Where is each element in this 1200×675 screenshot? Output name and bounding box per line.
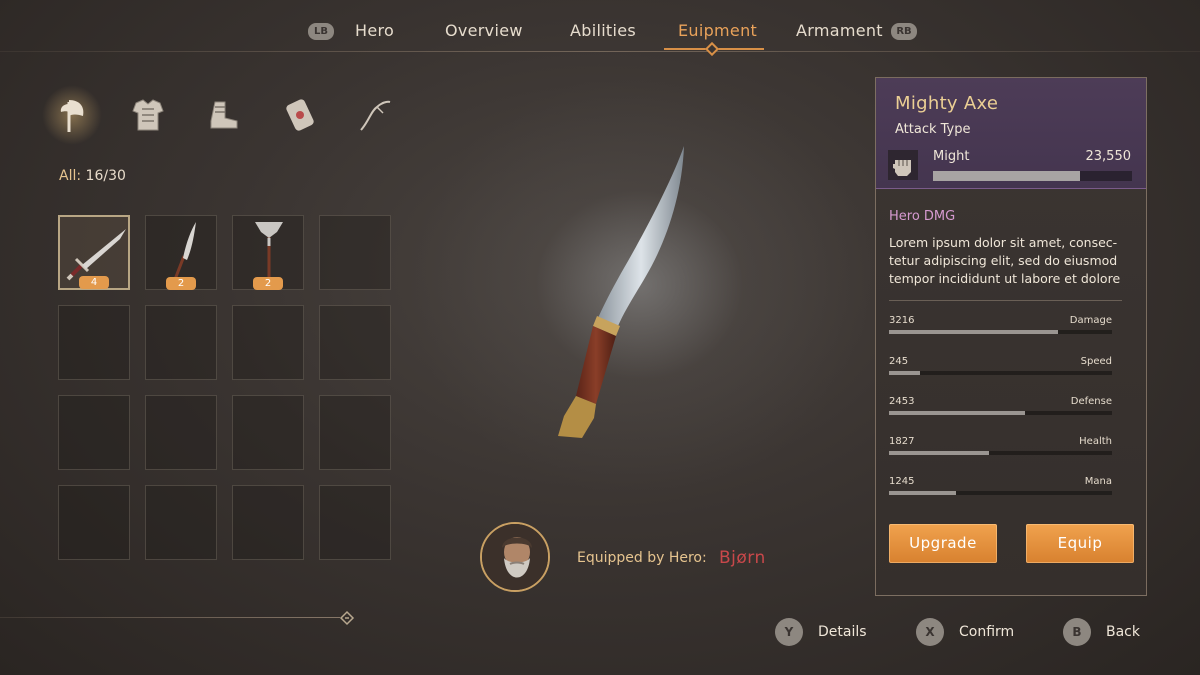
inventory-slot-empty[interactable] [232,395,304,470]
hint-details[interactable]: Y Details [775,618,867,646]
stat-bar-fill [889,451,990,455]
bow-icon [360,100,391,131]
shield-icon [286,99,314,131]
stat-value: 3216 [889,315,915,326]
inventory-slot-empty[interactable] [58,305,130,380]
category-axe[interactable] [42,85,102,145]
stat-speed: 245 Speed [889,356,1112,376]
stat-bar-fill [889,330,1059,334]
hint-details-label: Details [818,624,867,640]
active-tab-diamond-icon [704,41,720,57]
weapon-name: Mighty Axe [895,93,999,114]
tab-abilities[interactable]: Abilities [570,21,636,40]
stat-name: Speed [1080,356,1112,367]
might-label: Might [933,149,970,164]
inventory-slot-blade[interactable]: 2 [145,215,217,290]
arrow-right-icon[interactable] [339,610,355,626]
tab-armament[interactable]: Armament [796,21,883,40]
tab-equipment[interactable]: Euipment [678,21,757,40]
inventory-slot-empty[interactable] [319,485,391,560]
nav-divider [0,51,1200,52]
inventory-slot-empty[interactable] [319,305,391,380]
stat-mana: 1245 Mana [889,476,1112,496]
category-boots[interactable] [203,95,243,135]
inventory-slot-empty[interactable] [145,305,217,380]
y-button-icon: Y [775,618,803,646]
stat-name: Health [1079,436,1112,447]
stat-name: Damage [1069,315,1112,326]
hint-confirm-label: Confirm [959,624,1015,640]
category-shield[interactable] [280,95,320,135]
stat-name: Defense [1070,396,1112,407]
stat-value: 2453 [889,396,915,407]
stat-bar-fill [889,411,1026,415]
stat-defense: 2453 Defense [889,396,1112,416]
might-bar [933,171,1132,181]
stat-bar [889,411,1112,415]
stat-name: Mana [1084,476,1112,487]
stat-bar [889,330,1112,334]
category-bow[interactable] [355,95,395,135]
inventory-slot-sword[interactable]: 4 [58,215,130,290]
stat-value: 1245 [889,476,915,487]
x-button-icon: X [916,618,944,646]
rb-button-icon[interactable]: RB [891,23,917,40]
stat-bar [889,371,1112,375]
category-armor[interactable] [128,95,168,135]
item-count-badge: 2 [253,277,283,290]
stat-bar [889,451,1112,455]
left-divider [0,617,340,618]
inventory-count-label: All: [59,168,82,184]
weapon-type: Attack Type [895,122,971,137]
inventory-slot-empty[interactable] [232,305,304,380]
upgrade-button[interactable]: Upgrade [889,524,997,563]
inventory-grid: 4 2 2 [58,215,391,560]
inventory-slot-empty[interactable] [319,215,391,290]
inventory-slot-empty[interactable] [145,395,217,470]
inventory-slot-poleaxe[interactable]: 2 [232,215,304,290]
inventory-count-value: 16/30 [85,168,126,184]
armor-icon [132,99,164,131]
stat-bar-fill [889,371,921,375]
panel-divider [889,300,1122,301]
item-count-badge: 4 [79,276,109,289]
fist-icon [888,150,918,180]
item-count-badge: 2 [166,277,196,290]
weapon-preview-image [558,146,684,438]
stat-health: 1827 Health [889,436,1112,456]
inventory-slot-empty[interactable] [319,395,391,470]
tab-overview[interactable]: Overview [445,21,523,40]
equip-button[interactable]: Equip [1026,524,1134,563]
tab-hero[interactable]: Hero [355,21,394,40]
weapon-details-panel: Mighty Axe Attack Type Might 23,550 Hero… [875,77,1147,596]
stat-bar-fill [889,491,956,495]
axe-icon [60,100,84,132]
inventory-count: All: 16/30 [59,168,126,184]
stat-value: 1827 [889,436,915,447]
b-button-icon: B [1063,618,1091,646]
hero-portrait-icon [482,524,548,590]
top-navigation: LB Hero Overview Abilities Euipment Arma… [0,0,1200,57]
inventory-slot-empty[interactable] [145,485,217,560]
weapon-header: Mighty Axe Attack Type Might 23,550 [876,78,1146,189]
hero-dmg-title: Hero DMG [889,209,956,224]
hint-back-label: Back [1106,624,1140,640]
hero-name: Bjørn [719,548,766,568]
inventory-slot-empty[interactable] [58,395,130,470]
lb-button-icon[interactable]: LB [308,23,334,40]
stat-damage: 3216 Damage [889,315,1112,335]
hint-confirm[interactable]: X Confirm [916,618,1014,646]
inventory-slot-empty[interactable] [232,485,304,560]
boot-icon [210,101,238,129]
inventory-slot-empty[interactable] [58,485,130,560]
might-bar-fill [933,171,1081,181]
hint-back[interactable]: B Back [1063,618,1140,646]
stat-bar [889,491,1112,495]
stat-value: 245 [889,356,909,367]
hero-avatar[interactable] [480,522,550,592]
might-value: 23,550 [1085,149,1132,164]
weapon-description: Lorem ipsum dolor sit amet, consec-tetur… [889,235,1121,286]
equipped-by-label: Equipped by Hero: [577,550,707,566]
